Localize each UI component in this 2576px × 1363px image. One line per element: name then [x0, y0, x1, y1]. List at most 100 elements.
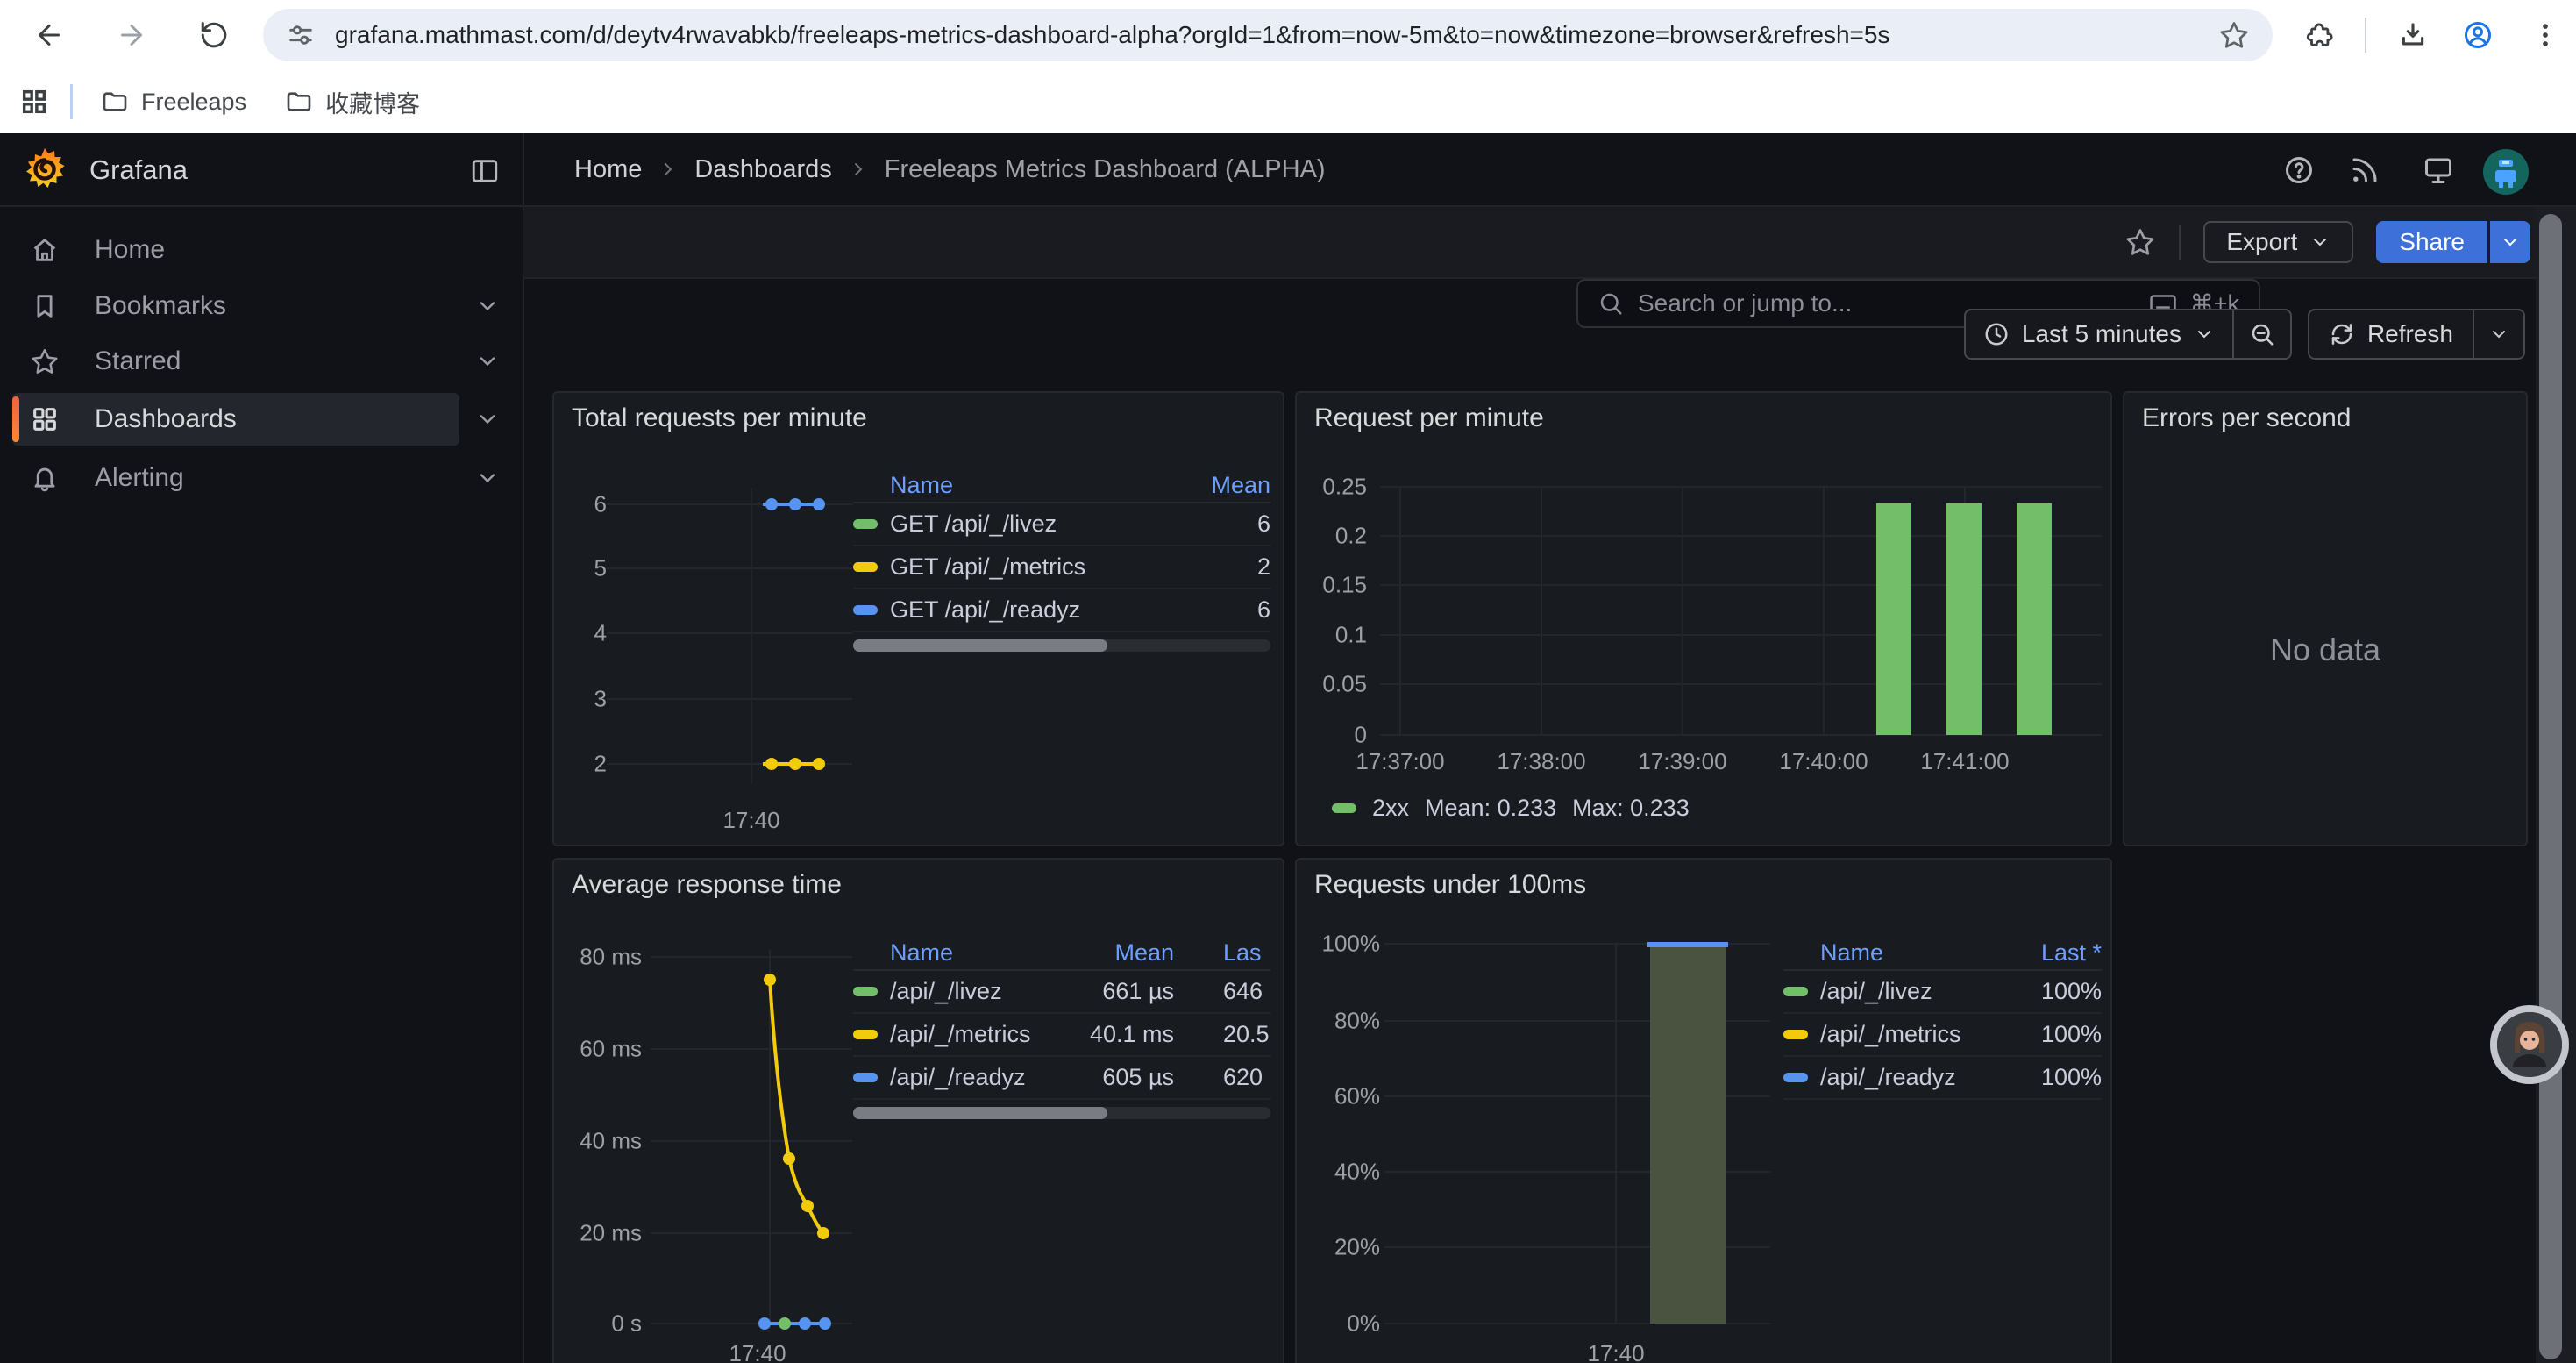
zoom-out-button[interactable] — [2234, 310, 2290, 358]
download-icon[interactable] — [2398, 20, 2428, 50]
legend-scrollbar[interactable] — [853, 639, 1270, 652]
refresh-interval-button[interactable] — [2474, 310, 2523, 358]
series-name[interactable]: GET /api/_/livez — [890, 510, 1057, 538]
export-button[interactable]: Export — [2203, 221, 2353, 263]
legend-row[interactable]: /api/_/readyz 100% — [1783, 1057, 2102, 1100]
series-name[interactable]: GET /api/_/metrics — [890, 553, 1085, 581]
legend-row[interactable]: /api/_/metrics 40.1 ms 20.5 r — [853, 1014, 1270, 1057]
assistant-avatar[interactable] — [2490, 1005, 2569, 1084]
y-tick: 0.25 — [1306, 474, 1367, 501]
bookmark-star-icon[interactable] — [2218, 19, 2250, 51]
apps-grid-icon[interactable] — [19, 87, 49, 117]
kiosk-monitor-icon[interactable] — [2423, 154, 2454, 186]
legend-header-name[interactable]: Name — [853, 472, 1139, 499]
time-range-picker[interactable]: Last 5 minutes — [1966, 310, 2232, 358]
chevron-down-icon[interactable] — [475, 466, 500, 490]
series-color-pill — [853, 562, 878, 572]
avatar-illustration — [2497, 1012, 2562, 1077]
back-icon[interactable] — [33, 19, 65, 51]
legend-row[interactable]: GET /api/_/livez 6 — [853, 503, 1270, 546]
forward-icon[interactable] — [116, 19, 147, 51]
extensions-icon[interactable] — [2304, 20, 2334, 50]
page-scrollbar-thumb[interactable] — [2539, 214, 2562, 1359]
sidebar-item-dashboards[interactable]: Dashboards — [0, 393, 523, 446]
site-info-icon[interactable] — [286, 20, 316, 50]
series-name[interactable]: /api/_/metrics — [1820, 1021, 1961, 1048]
legend-header-last[interactable]: Last * — [1996, 939, 2102, 967]
share-button[interactable]: Share — [2376, 221, 2487, 263]
series-name[interactable]: /api/_/livez — [1820, 978, 1932, 1005]
series-color-pill — [1332, 803, 1356, 813]
legend-header-mean[interactable]: Mean — [1042, 939, 1174, 967]
url-bar[interactable]: grafana.mathmast.com/d/deytv4rwavabkb/fr… — [263, 9, 2273, 61]
menu-kebab-icon[interactable] — [2530, 20, 2560, 50]
series-mean: 605 µs — [1042, 1064, 1174, 1091]
legend-row[interactable]: GET /api/_/readyz 6 — [853, 589, 1270, 632]
panel-under-100ms[interactable]: Requests under 100ms 100% 80% 60% 40% 20… — [1295, 858, 2112, 1363]
profile-icon[interactable] — [2462, 19, 2494, 51]
chevron-down-icon[interactable] — [475, 294, 500, 318]
panel-title[interactable]: Request per minute — [1314, 403, 1544, 433]
legend-header-name[interactable]: Name — [1783, 939, 1996, 967]
x-tick: 17:38:00 — [1497, 748, 1585, 775]
breadcrumb-home[interactable]: Home — [574, 155, 642, 184]
panel-avg-response-time[interactable]: Average response time 80 ms 60 ms 40 ms … — [552, 858, 1284, 1363]
legend-row[interactable]: /api/_/livez 661 µs 646 — [853, 971, 1270, 1014]
panel-total-requests[interactable]: Total requests per minute 6 5 4 3 2 17:4… — [552, 391, 1284, 846]
panel-errors-per-second[interactable]: Errors per second No data — [2123, 391, 2528, 846]
active-item-accent — [12, 396, 19, 442]
series-name[interactable]: 2xx — [1372, 795, 1409, 822]
series-name[interactable]: /api/_/metrics — [890, 1021, 1031, 1048]
x-tick: 17:40:00 — [1779, 748, 1868, 775]
grafana-brand[interactable]: Grafana — [89, 154, 188, 186]
series-color-pill — [1783, 1030, 1808, 1039]
legend-header-name[interactable]: Name — [853, 939, 1042, 967]
grafana-logo-icon[interactable] — [23, 147, 67, 191]
series-name[interactable]: /api/_/livez — [890, 978, 1002, 1005]
legend-scrollbar-thumb[interactable] — [853, 639, 1107, 652]
sidebar-item-label: Starred — [95, 346, 181, 376]
help-icon[interactable] — [2283, 154, 2315, 186]
refresh-button[interactable]: Refresh — [2309, 310, 2473, 358]
legend-scrollbar-thumb[interactable] — [853, 1107, 1107, 1119]
chevron-down-icon — [2500, 232, 2521, 253]
legend-row[interactable]: /api/_/livez 100% — [1783, 971, 2102, 1014]
dashboards-grid-icon — [30, 404, 60, 434]
series-name[interactable]: /api/_/readyz — [890, 1064, 1026, 1091]
user-avatar[interactable] — [2483, 149, 2529, 195]
legend-scrollbar[interactable] — [853, 1107, 1270, 1119]
bookmark-folder-blogs[interactable]: 收藏博客 — [285, 85, 420, 119]
reload-icon[interactable] — [198, 19, 230, 51]
share-menu-button[interactable] — [2490, 221, 2530, 263]
panel-request-per-minute[interactable]: Request per minute 0.25 0.2 0.15 0.1 0.0… — [1295, 391, 2112, 846]
series-name[interactable]: /api/_/readyz — [1820, 1064, 1956, 1091]
series-last: 100% — [1996, 978, 2102, 1005]
legend-header-last[interactable]: Las — [1174, 939, 1270, 967]
legend-row[interactable]: /api/_/metrics 100% — [1783, 1014, 2102, 1057]
sidebar-item-starred[interactable]: Starred — [0, 335, 523, 388]
no-data-message: No data — [2124, 632, 2526, 668]
series-color-pill — [1783, 1073, 1808, 1082]
panel-title[interactable]: Average response time — [572, 870, 842, 900]
sidebar-item-alerting[interactable]: Alerting — [0, 452, 523, 504]
chevron-down-icon[interactable] — [475, 349, 500, 374]
legend-row[interactable]: /api/_/readyz 605 µs 620 — [853, 1057, 1270, 1100]
legend-row[interactable]: GET /api/_/metrics 2 — [853, 546, 1270, 589]
legend-header-mean[interactable]: Mean — [1139, 472, 1270, 499]
favorite-star-icon[interactable] — [2124, 226, 2156, 258]
sidebar-item-home[interactable]: Home — [0, 224, 523, 276]
chevron-down-icon[interactable] — [475, 407, 500, 432]
y-tick: 60% — [1306, 1083, 1380, 1110]
news-rss-icon[interactable] — [2349, 154, 2380, 186]
x-tick: 17:40 — [1587, 1340, 1644, 1363]
bookmark-folder-freeleaps[interactable]: Freeleaps — [101, 88, 246, 116]
series-name[interactable]: GET /api/_/readyz — [890, 596, 1080, 624]
panel-title[interactable]: Requests under 100ms — [1314, 870, 1586, 900]
url-text[interactable]: grafana.mathmast.com/d/deytv4rwavabkb/fr… — [335, 21, 2218, 49]
dock-sidebar-icon[interactable] — [470, 156, 500, 186]
breadcrumb-dashboards[interactable]: Dashboards — [694, 155, 831, 184]
panel-title[interactable]: Errors per second — [2142, 403, 2351, 433]
legend-table: Name Last * /api/_/livez 100% /api/_/met… — [1783, 936, 2102, 1100]
panel-title[interactable]: Total requests per minute — [572, 403, 867, 433]
sidebar-item-bookmarks[interactable]: Bookmarks — [0, 280, 523, 332]
